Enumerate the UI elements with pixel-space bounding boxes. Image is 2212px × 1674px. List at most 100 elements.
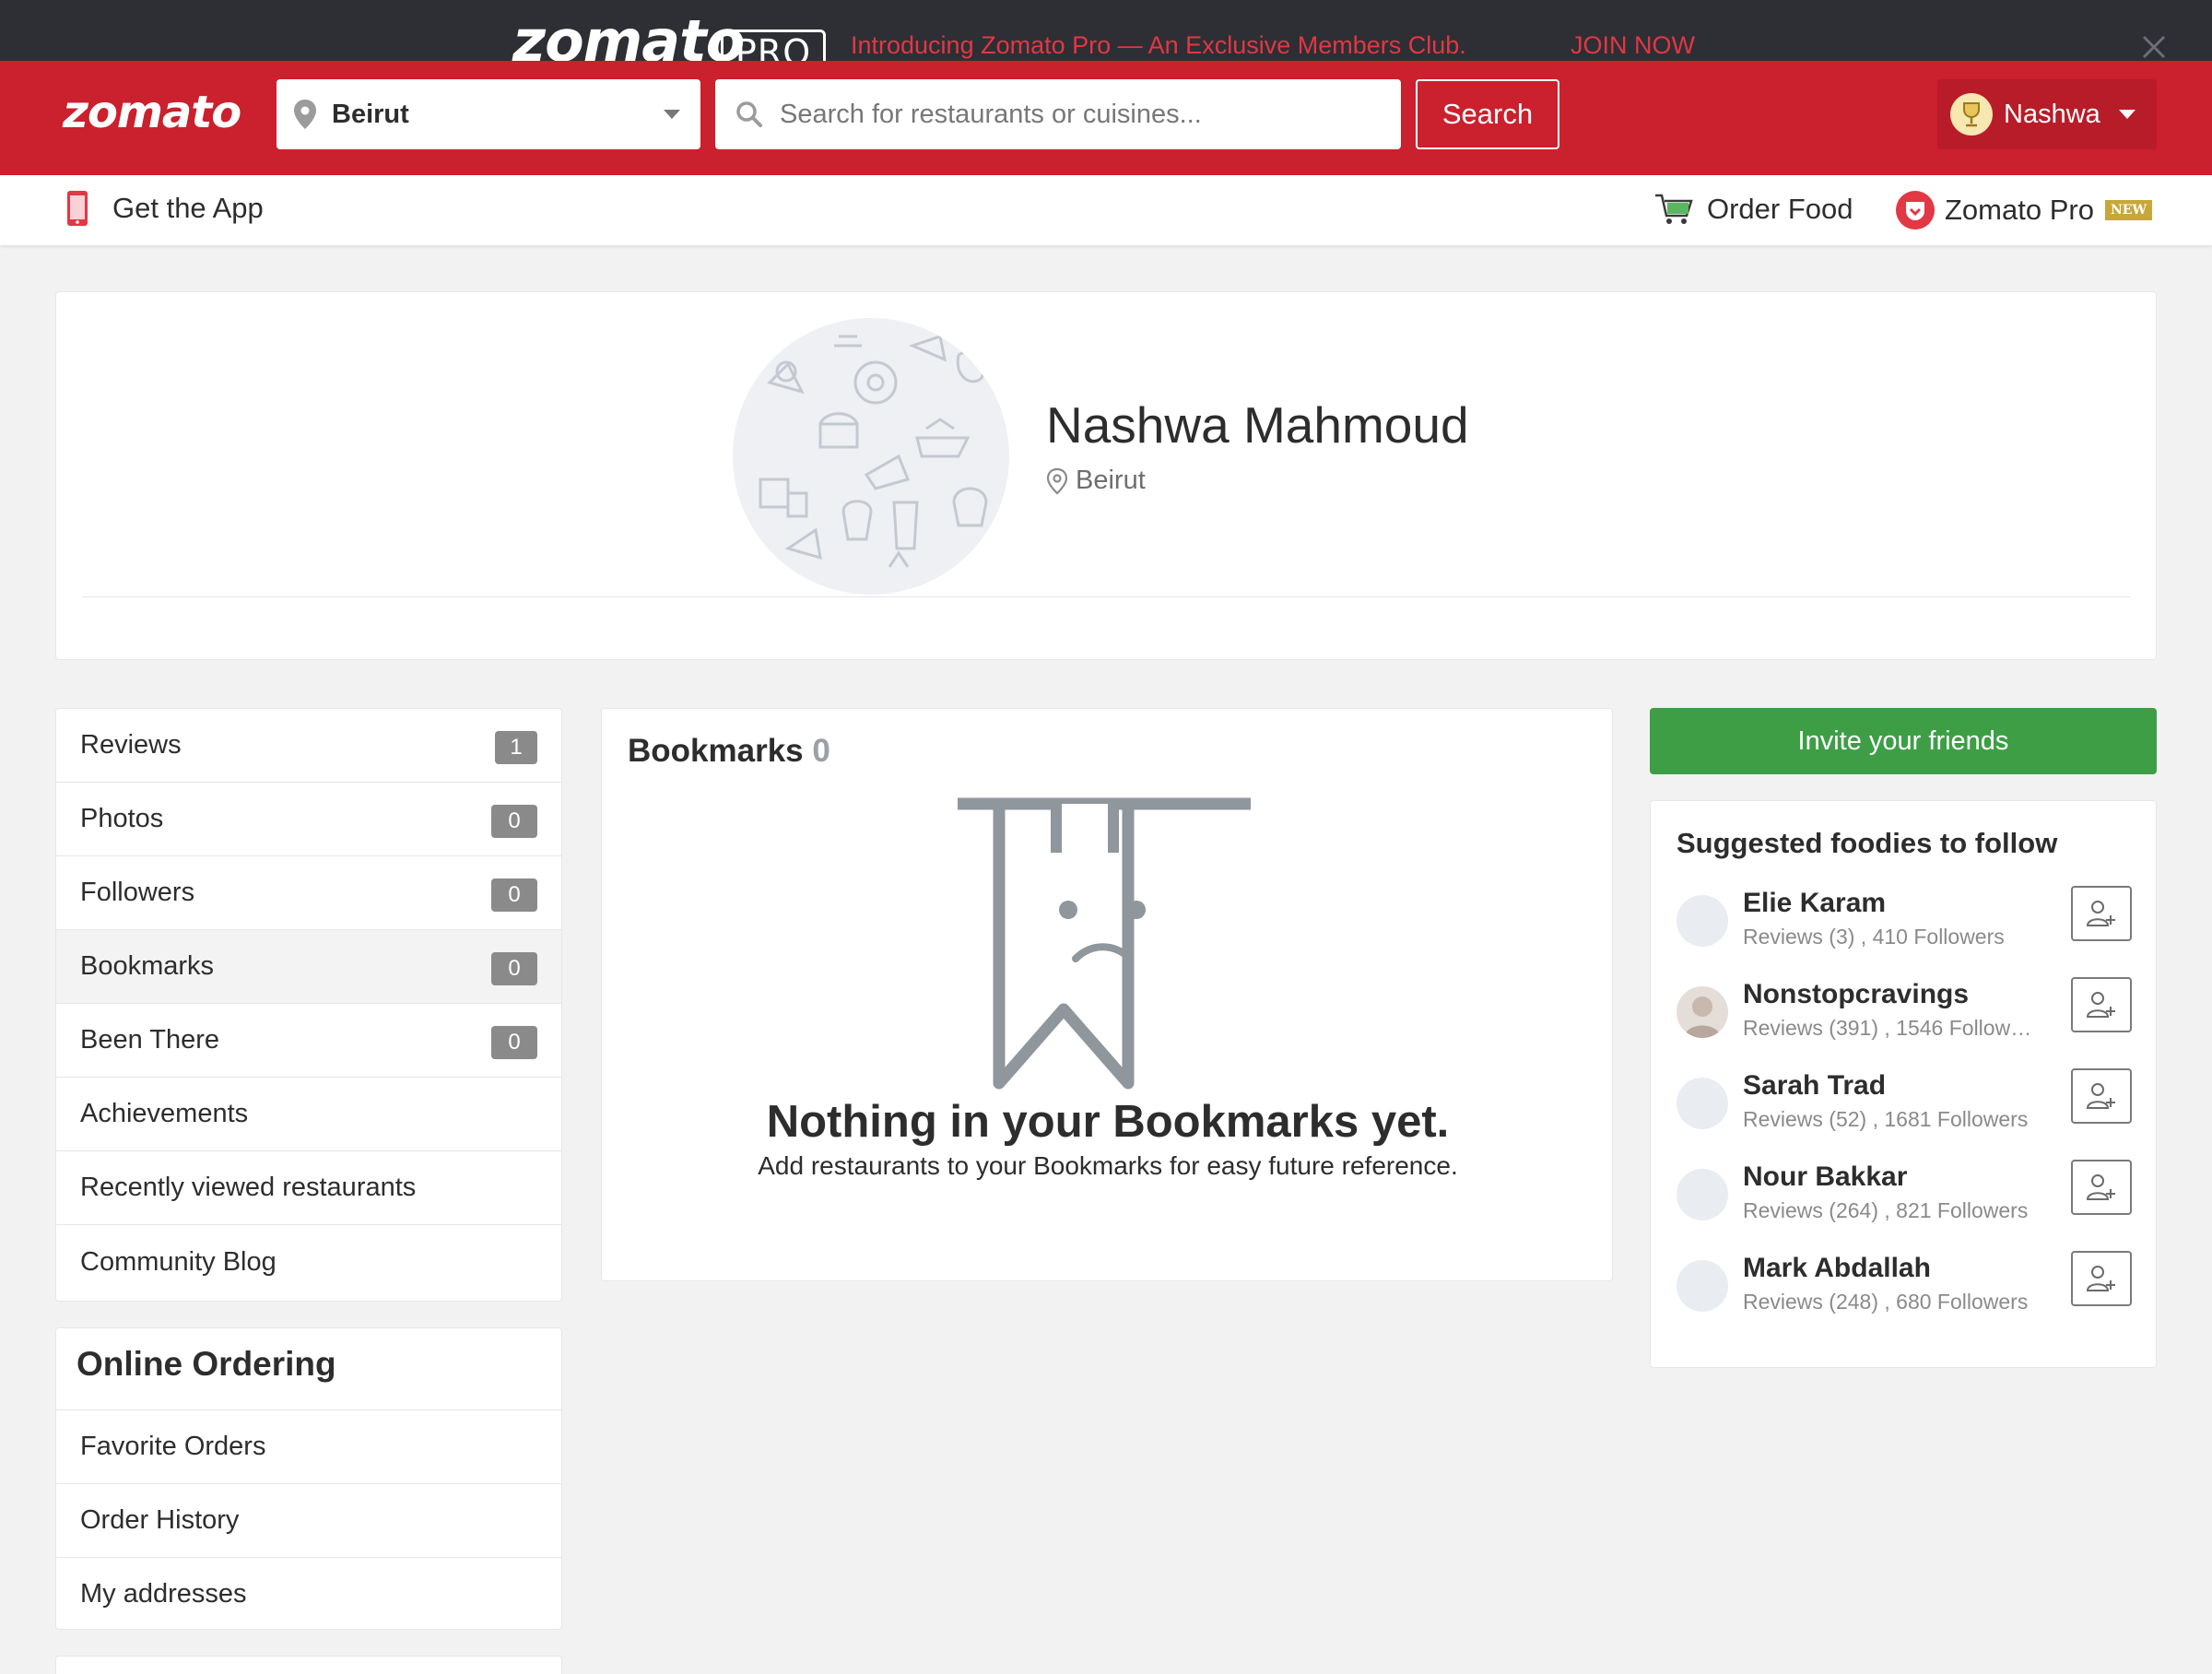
sad-bookmark-icon	[958, 797, 1251, 1090]
shopping-cart-icon	[1655, 194, 1693, 224]
close-icon[interactable]	[2140, 33, 2168, 61]
search-icon	[736, 101, 762, 127]
promo-text: Introducing Zomato Pro — An Exclusive Me…	[851, 31, 1466, 59]
invite-friends-button[interactable]: Invite your friends	[1650, 708, 2157, 774]
sub-navigation: Get the App Order Food Zomato Pro NEW	[0, 175, 2212, 245]
promo-logo: zomato	[512, 7, 745, 62]
empty-state-subtitle: Add restaurants to your Bookmarks for ea…	[758, 1151, 1458, 1180]
food-pattern-icon	[759, 335, 988, 568]
menu-item-label: Been There	[80, 1025, 220, 1055]
avatar[interactable]	[1677, 895, 1728, 947]
suggested-foodies-card: Suggested foodies to follow Elie Karam R…	[1650, 800, 2157, 1368]
follow-button[interactable]	[2071, 1160, 2132, 1215]
user-menu-button[interactable]: Nashwa	[1937, 79, 2157, 149]
trophy-icon	[1963, 102, 1980, 127]
menu-item-reviews[interactable]: Reviews 1	[56, 709, 561, 783]
menu-item-label: Achievements	[80, 1099, 249, 1128]
profile-location-text: Beirut	[1076, 466, 1146, 495]
follow-button[interactable]	[2071, 1068, 2132, 1124]
add-user-icon	[2086, 1266, 2115, 1291]
top-header: zomato Beirut Search Nashwa	[0, 61, 2212, 175]
add-user-icon	[2086, 1174, 2115, 1200]
profile-avatar[interactable]	[733, 318, 1009, 595]
search-field	[715, 79, 1401, 149]
follow-button[interactable]	[2071, 1251, 2132, 1306]
menu-item-recently-viewed[interactable]: Recently viewed restaurants	[56, 1151, 561, 1225]
person-photo-icon	[1684, 996, 1721, 1038]
menu-item-favorite-orders[interactable]: Favorite Orders	[56, 1409, 561, 1483]
user-name: Nashwa	[2004, 99, 2100, 129]
foodie-stats: Reviews (52) , 1681 Followers	[1743, 1107, 2029, 1131]
menu-item-label: Bookmarks	[80, 951, 215, 981]
foodie-stats: Reviews (264) , 821 Followers	[1743, 1198, 2029, 1222]
foodie-stats: Reviews (248) , 680 Followers	[1743, 1290, 2029, 1314]
order-food-link[interactable]: Order Food	[1653, 192, 1853, 227]
foodie-item: Sarah Trad Reviews (52) , 1681 Followers	[1677, 1068, 2132, 1142]
menu-item-followers[interactable]: Followers 0	[56, 856, 561, 930]
menu-item-been-there[interactable]: Been There 0	[56, 1004, 561, 1078]
menu-item-label: Recently viewed restaurants	[80, 1173, 417, 1202]
location-pin-icon	[1046, 467, 1068, 494]
count-badge: 0	[491, 878, 537, 912]
avatar[interactable]	[1677, 1169, 1728, 1220]
menu-item-achievements[interactable]: Achievements	[56, 1078, 561, 1151]
menu-item-label: Favorite Orders	[80, 1432, 266, 1461]
count-badge: 0	[491, 805, 537, 838]
foodie-name[interactable]: Sarah Trad	[1743, 1070, 1886, 1102]
zomato-logo[interactable]: zomato	[63, 87, 241, 140]
foodie-item: Nour Bakkar Reviews (264) , 821 Follower…	[1677, 1160, 2132, 1233]
foodie-name[interactable]: Nour Bakkar	[1743, 1161, 1907, 1193]
count-badge: 1	[495, 731, 537, 764]
menu-item-label: Photos	[80, 804, 164, 833]
menu-item-label: Reviews	[80, 730, 182, 760]
avatar[interactable]	[1677, 1260, 1728, 1312]
add-user-icon	[2086, 992, 2115, 1018]
avatar[interactable]	[1677, 1078, 1728, 1129]
get-app-label: Get the App	[112, 192, 264, 224]
foodie-item: Nonstopcravings Reviews (391) , 1546 Fol…	[1677, 977, 2132, 1051]
count-badge: 0	[491, 1026, 537, 1059]
bookmarks-panel: Bookmarks 0 Nothing in your Bookmarks ye…	[601, 708, 1613, 1281]
foodie-name[interactable]: Elie Karam	[1743, 888, 1886, 919]
promo-banner: zomato PRO Introducing Zomato Pro — An E…	[0, 0, 2212, 61]
bookmarks-title: Bookmarks 0	[628, 733, 830, 770]
follow-button[interactable]	[2071, 977, 2132, 1032]
avatar[interactable]	[1677, 986, 1728, 1038]
divider	[82, 596, 2130, 597]
online-ordering-menu: Online Ordering Favorite Orders Order Hi…	[55, 1327, 562, 1630]
location-selector[interactable]: Beirut	[276, 79, 700, 149]
location-text: Beirut	[332, 99, 409, 129]
search-input[interactable]	[780, 99, 1370, 130]
bookmarks-title-label: Bookmarks	[628, 733, 804, 769]
profile-menu: Reviews 1 Photos 0 Followers 0 Bookmarks…	[55, 708, 562, 1302]
join-now-link[interactable]: JOIN NOW	[1571, 31, 1695, 60]
bookmarks-count: 0	[812, 733, 830, 769]
chevron-down-icon	[664, 110, 680, 119]
suggested-foodies-title: Suggested foodies to follow	[1677, 827, 2058, 859]
menu-item-order-history[interactable]: Order History	[56, 1483, 561, 1557]
menu-item-community-blog[interactable]: Community Blog	[56, 1225, 561, 1299]
zomato-pro-link[interactable]: Zomato Pro NEW	[1895, 190, 2153, 230]
profile-name: Nashwa Mahmoud	[1046, 396, 1469, 454]
profile-location: Beirut	[1046, 466, 1146, 496]
location-pin-icon	[294, 100, 316, 129]
foodie-name[interactable]: Mark Abdallah	[1743, 1253, 1931, 1284]
menu-item-photos[interactable]: Photos 0	[56, 783, 561, 856]
avatar	[1950, 93, 1993, 136]
section-title: Online Ordering	[76, 1345, 336, 1383]
phone-icon	[67, 191, 88, 226]
follow-button[interactable]	[2071, 886, 2132, 941]
menu-item-bookmarks[interactable]: Bookmarks 0	[56, 930, 561, 1004]
add-user-icon	[2086, 1083, 2115, 1109]
foodie-name[interactable]: Nonstopcravings	[1743, 979, 1969, 1010]
search-button[interactable]: Search	[1416, 79, 1559, 149]
foodie-item: Mark Abdallah Reviews (248) , 680 Follow…	[1677, 1251, 2132, 1325]
empty-state-title: Nothing in your Bookmarks yet.	[766, 1097, 1450, 1147]
get-app-link[interactable]: Get the App	[66, 190, 264, 227]
foodie-stats: Reviews (391) , 1546 Followers	[1743, 1016, 2038, 1040]
chevron-down-icon	[2118, 110, 2136, 119]
menu-item-label: My addresses	[80, 1579, 247, 1609]
menu-item-label: Order History	[80, 1505, 240, 1535]
menu-item-my-addresses[interactable]: My addresses	[56, 1557, 561, 1631]
new-badge: NEW	[2104, 200, 2153, 220]
